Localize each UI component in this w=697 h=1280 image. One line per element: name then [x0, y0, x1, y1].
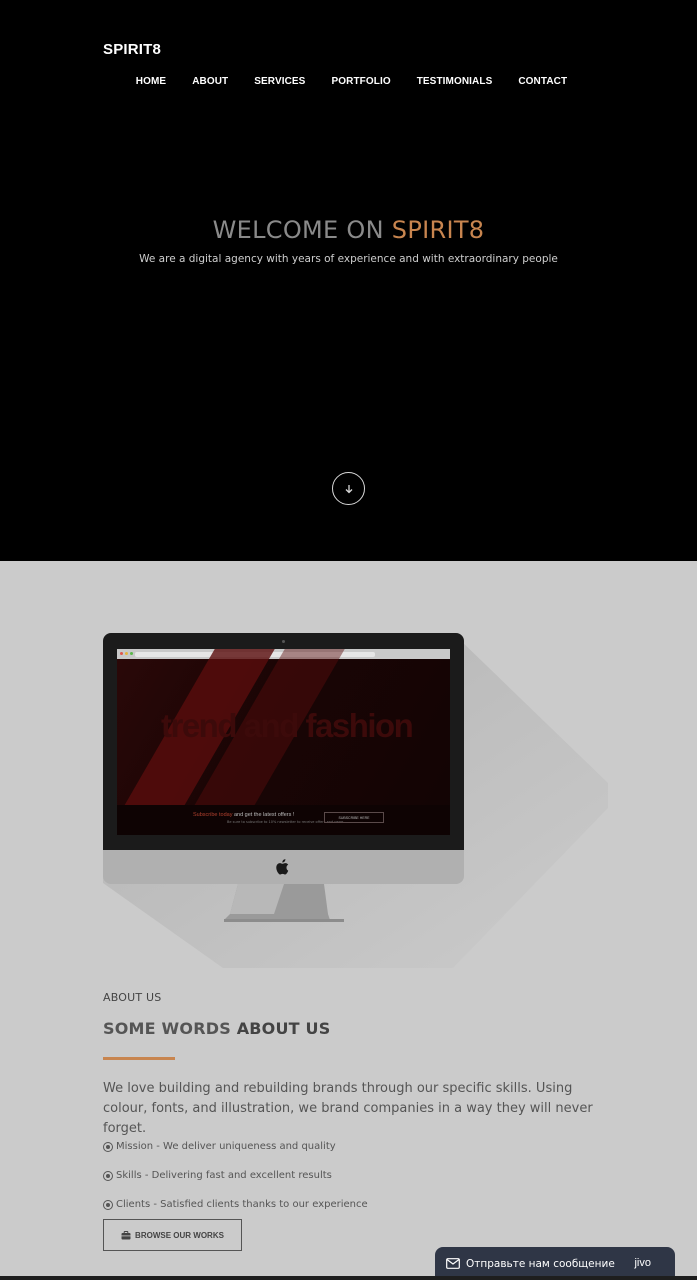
hero-title: WELCOME ON SPIRIT8: [0, 216, 697, 244]
bottom-bar: [0, 1276, 697, 1280]
promo-rest: and get the latest offers !: [232, 812, 295, 818]
website-hero-image: trend and fashion Subscribe today and ge…: [117, 649, 450, 835]
browse-works-label: BROWSE OUR WORKS: [135, 1230, 224, 1240]
imac-screen: trend and fashion Subscribe today and ge…: [117, 649, 450, 835]
hero-title-accent: SPIRIT8: [391, 216, 485, 244]
title-underline: [103, 1057, 175, 1060]
nav-testimonials[interactable]: TESTIMONIALS: [417, 76, 493, 87]
window-dots: [120, 652, 133, 655]
imac-frame: trend and fashion Subscribe today and ge…: [103, 633, 464, 850]
section-label: ABOUT US: [103, 991, 162, 1004]
hero-tagline: We are a digital agency with years of ex…: [139, 253, 558, 265]
about-description: We love building and rebuilding brands t…: [103, 1081, 593, 1136]
screen-footer: Subscribe today and get the latest offer…: [117, 805, 450, 835]
arrow-down-icon: [345, 484, 352, 493]
main-nav: HOME ABOUT SERVICES PORTFOLIO TESTIMONIA…: [0, 76, 697, 87]
section-title-bold: ABOUT US: [236, 1019, 331, 1038]
dot-circle-icon: [103, 1199, 113, 1210]
apple-logo-icon: [276, 859, 289, 875]
hero-section: SPIRIT8 HOME ABOUT SERVICES PORTFOLIO TE…: [0, 0, 697, 561]
scroll-down-button[interactable]: [332, 472, 365, 505]
nav-services[interactable]: SERVICES: [254, 76, 305, 87]
chat-brand: jivo: [634, 1257, 651, 1269]
section-title-light: SOME WORDS: [103, 1019, 237, 1038]
browse-works-button[interactable]: BROWSE OUR WORKS: [103, 1219, 242, 1251]
about-section: trend and fashion Subscribe today and ge…: [0, 561, 697, 1280]
camera-dot: [282, 640, 285, 643]
nav-about[interactable]: ABOUT: [192, 76, 228, 87]
envelope-icon: [446, 1258, 460, 1269]
imac-chin: [103, 850, 464, 884]
hero-title-prefix: WELCOME ON: [212, 216, 392, 244]
screen-headline: trend and fashion: [161, 707, 414, 744]
briefcase-icon: [121, 1230, 131, 1239]
feature-clients: Clients - Satisfied clients thanks to ou…: [116, 1199, 368, 1210]
section-title: SOME WORDS ABOUT US: [103, 1019, 330, 1038]
list-item: Skills - Delivering fast and excellent r…: [103, 1161, 368, 1190]
dot-circle-icon: [103, 1170, 113, 1181]
chat-label: Отправьте нам сообщение: [466, 1257, 615, 1270]
feature-mission: Mission - We deliver uniqueness and qual…: [116, 1141, 336, 1152]
list-item: Mission - We deliver uniqueness and qual…: [103, 1132, 368, 1161]
dot-circle-icon: [103, 1141, 113, 1152]
imac-stand: [224, 884, 344, 922]
feature-skills: Skills - Delivering fast and excellent r…: [116, 1170, 332, 1181]
list-item: Clients - Satisfied clients thanks to ou…: [103, 1190, 368, 1219]
promo-highlight: Subscribe today: [193, 812, 233, 818]
imac-mockup: trend and fashion Subscribe today and ge…: [103, 633, 464, 928]
screen-subscribe-button: SUBSCRIBE HERE: [324, 812, 384, 823]
promo-text: Subscribe today and get the latest offer…: [193, 812, 294, 818]
nav-home[interactable]: HOME: [136, 76, 166, 87]
feature-list: Mission - We deliver uniqueness and qual…: [103, 1132, 368, 1219]
site-logo[interactable]: SPIRIT8: [103, 41, 161, 58]
nav-contact[interactable]: CONTACT: [518, 76, 567, 87]
nav-portfolio[interactable]: PORTFOLIO: [331, 76, 390, 87]
